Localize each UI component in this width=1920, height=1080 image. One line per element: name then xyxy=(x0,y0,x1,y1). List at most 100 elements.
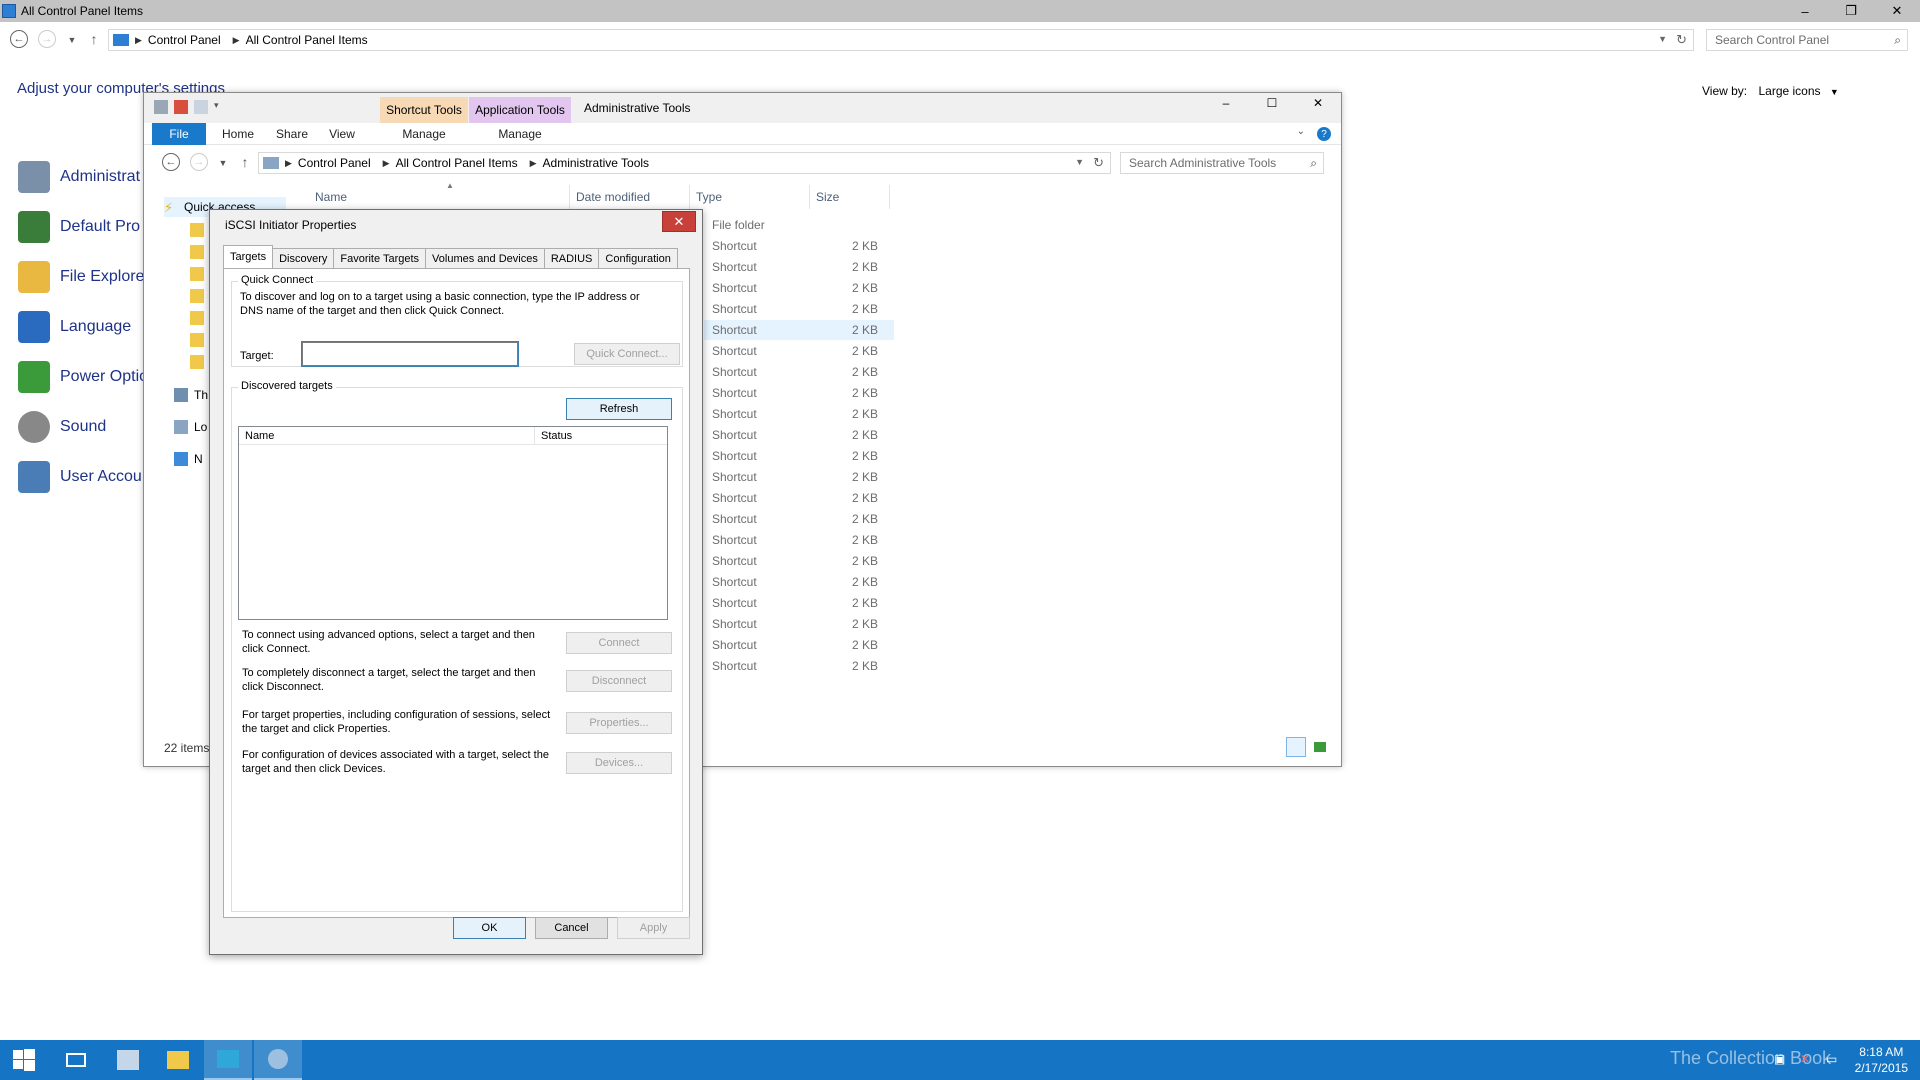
context-tab-application-tools[interactable]: Application Tools xyxy=(469,97,571,123)
file-row[interactable]: Shortcut 2 KB xyxy=(704,614,894,634)
file-row[interactable]: File folder xyxy=(704,215,894,235)
task-view-button[interactable] xyxy=(52,1040,100,1080)
breadcrumb-control-panel[interactable]: Control Panel xyxy=(298,156,371,170)
cp-item-power-options[interactable]: Power Optio xyxy=(18,352,148,402)
breadcrumb-administrative-tools[interactable]: Administrative Tools xyxy=(543,156,650,170)
refresh-icon[interactable]: ↻ xyxy=(1676,32,1687,48)
cp-item-administrative-tools[interactable]: Administrat xyxy=(18,152,148,202)
customize-dropdown-icon[interactable]: ▾ xyxy=(214,100,222,114)
cp-item-language[interactable]: Language xyxy=(18,302,148,352)
forward-arrow-icon[interactable]: → xyxy=(38,30,56,48)
start-button[interactable] xyxy=(0,1040,48,1080)
breadcrumb-chevron-icon[interactable]: ▶ xyxy=(135,35,142,46)
file-row[interactable]: Shortcut 2 KB xyxy=(704,320,894,340)
column-header-name[interactable]: Name xyxy=(239,427,535,444)
column-header-date-modified[interactable]: Date modified xyxy=(570,185,690,209)
apply-button[interactable]: Apply xyxy=(617,917,690,939)
help-icon[interactable]: ? xyxy=(1317,127,1331,141)
network-tray-icon[interactable]: ▣ xyxy=(1774,1052,1785,1066)
column-header-status[interactable]: Status xyxy=(535,427,667,444)
file-row[interactable]: Shortcut 2 KB xyxy=(704,425,894,445)
nav-libraries[interactable]: Lo xyxy=(174,417,207,437)
tab-file[interactable]: File xyxy=(152,123,206,145)
dialog-close-button[interactable]: ✕ xyxy=(662,211,696,232)
target-input[interactable] xyxy=(301,341,519,367)
tab-configuration[interactable]: Configuration xyxy=(598,248,678,268)
explorer-search-input[interactable]: Search Administrative Tools ⌕ xyxy=(1120,152,1324,174)
folder-icon[interactable] xyxy=(190,245,204,259)
breadcrumb-chevron-icon[interactable]: ▶ xyxy=(285,158,292,169)
properties-icon[interactable] xyxy=(174,100,188,114)
file-row[interactable]: Shortcut 2 KB xyxy=(704,383,894,403)
file-row[interactable]: Shortcut 2 KB xyxy=(704,593,894,613)
file-row[interactable]: Shortcut 2 KB xyxy=(704,488,894,508)
action-center-icon[interactable]: ▭ xyxy=(1826,1052,1837,1066)
back-arrow-icon[interactable]: ← xyxy=(10,30,28,48)
control-panel-search-input[interactable]: Search Control Panel ⌕ xyxy=(1706,29,1908,51)
file-row[interactable]: Shortcut 2 KB xyxy=(704,362,894,382)
details-view-icon[interactable] xyxy=(1286,737,1306,757)
maximize-button[interactable]: ☐ xyxy=(1249,93,1295,113)
file-row[interactable]: Shortcut 2 KB xyxy=(704,635,894,655)
pictures-icon[interactable] xyxy=(190,311,204,325)
folder-icon[interactable] xyxy=(190,355,204,369)
tab-discovery[interactable]: Discovery xyxy=(272,248,335,268)
file-row[interactable]: Shortcut 2 KB xyxy=(704,299,894,319)
breadcrumb-all-items[interactable]: All Control Panel Items xyxy=(246,33,368,47)
breadcrumb-chevron-icon[interactable]: ▶ xyxy=(530,158,537,169)
devices-button[interactable]: Devices... xyxy=(566,752,672,774)
column-header-size[interactable]: Size xyxy=(810,185,890,209)
large-icons-view-icon[interactable] xyxy=(1310,737,1330,757)
tab-manage-shortcut[interactable]: Manage xyxy=(380,123,468,145)
quick-connect-button[interactable]: Quick Connect... xyxy=(574,343,680,365)
file-row[interactable]: Shortcut 2 KB xyxy=(704,278,894,298)
nav-network[interactable]: N xyxy=(174,449,203,469)
tab-home[interactable]: Home xyxy=(210,123,266,145)
address-dropdown-icon[interactable]: ▼ xyxy=(1075,157,1084,167)
column-header-type[interactable]: Type xyxy=(690,185,810,209)
file-row[interactable]: Shortcut 2 KB xyxy=(704,509,894,529)
breadcrumb-chevron-icon[interactable]: ▶ xyxy=(233,35,240,46)
chevron-down-icon[interactable]: ▼ xyxy=(1830,87,1839,97)
file-row[interactable]: Shortcut 2 KB xyxy=(704,446,894,466)
minimize-button[interactable]: – xyxy=(1782,0,1828,22)
restore-button[interactable]: ❐ xyxy=(1828,0,1874,22)
file-row[interactable]: Shortcut 2 KB xyxy=(704,530,894,550)
refresh-icon[interactable]: ↻ xyxy=(1093,155,1104,171)
search-icon[interactable]: ⌕ xyxy=(1310,156,1317,171)
tab-volumes-and-devices[interactable]: Volumes and Devices xyxy=(425,248,545,268)
volume-muted-icon[interactable]: ✕ xyxy=(1800,1052,1810,1066)
downloads-icon[interactable] xyxy=(190,267,204,281)
explorer-address-box[interactable]: ▶ Control Panel ▶ All Control Panel Item… xyxy=(258,152,1111,174)
close-button[interactable]: ✕ xyxy=(1295,93,1341,113)
tab-view[interactable]: View xyxy=(318,123,366,145)
taskbar-server-manager[interactable] xyxy=(104,1040,152,1080)
tab-share[interactable]: Share xyxy=(268,123,316,145)
file-row[interactable]: Shortcut 2 KB xyxy=(704,467,894,487)
close-button[interactable]: ✕ xyxy=(1874,0,1920,22)
taskbar-clock[interactable]: 8:18 AM 2/17/2015 xyxy=(1855,1044,1908,1076)
address-dropdown-icon[interactable]: ▼ xyxy=(1658,34,1667,44)
folder-icon[interactable] xyxy=(190,223,204,237)
tab-radius[interactable]: RADIUS xyxy=(543,248,600,268)
expand-ribbon-icon[interactable]: ⌄ xyxy=(1297,126,1305,137)
taskbar-file-explorer[interactable] xyxy=(154,1040,202,1080)
back-arrow-icon[interactable]: ← xyxy=(162,153,180,171)
search-icon[interactable]: ⌕ xyxy=(1894,33,1901,48)
cp-item-default-programs[interactable]: Default Pro xyxy=(18,202,148,252)
window-menu-icon[interactable] xyxy=(154,100,168,114)
context-tab-shortcut-tools[interactable]: Shortcut Tools xyxy=(380,97,468,123)
file-row[interactable]: Shortcut 2 KB xyxy=(704,404,894,424)
properties-button[interactable]: Properties... xyxy=(566,712,672,734)
file-row[interactable]: Shortcut 2 KB xyxy=(704,551,894,571)
ok-button[interactable]: OK xyxy=(453,917,526,939)
folder-icon[interactable] xyxy=(190,333,204,347)
view-by-dropdown[interactable]: Large icons xyxy=(1758,84,1820,98)
tab-manage-application[interactable]: Manage xyxy=(469,123,571,145)
file-row[interactable]: Shortcut 2 KB xyxy=(704,656,894,676)
connect-button[interactable]: Connect xyxy=(566,632,672,654)
address-box[interactable]: ▶ Control Panel ▶ All Control Panel Item… xyxy=(108,29,1694,51)
cp-item-file-explorer[interactable]: File Explore xyxy=(18,252,148,302)
recent-dropdown-icon[interactable]: ▼ xyxy=(213,153,233,173)
taskbar-iscsi-initiator[interactable] xyxy=(254,1040,302,1080)
